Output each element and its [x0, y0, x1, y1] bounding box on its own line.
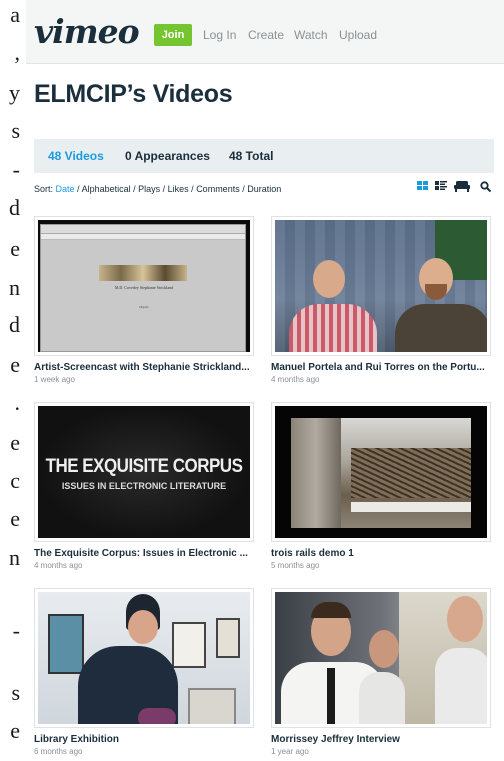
video-thumbnail[interactable] [271, 216, 491, 356]
strip-char: d [9, 312, 20, 337]
video-thumbnail[interactable] [34, 588, 254, 728]
sort-bar: Sort: Date / Alphabetical / Plays / Like… [34, 184, 282, 194]
video-card[interactable]: Library Exhibition 6 months ago [34, 588, 254, 756]
strip-char: s [11, 118, 20, 143]
video-tabs: 48 Videos 0 Appearances 48 Total [34, 139, 494, 173]
rails-thumbnail-image [275, 406, 487, 538]
strip-char: e [10, 352, 20, 377]
sort-prefix: Sort: [34, 184, 54, 194]
video-date: 4 months ago [34, 561, 83, 570]
nav-upload-link[interactable]: Upload [339, 28, 377, 42]
video-card[interactable]: Morrissey Jeffrey Interview 1 year ago [271, 588, 491, 756]
strip-char: a [10, 2, 20, 27]
couch-mode-icon[interactable] [454, 181, 470, 195]
thumbnail-subtitle-text: ISSUES IN ELECTRONIC LITERATURE [61, 481, 227, 491]
video-card[interactable]: trois rails demo 1 5 months ago [271, 402, 491, 570]
video-thumbnail[interactable] [271, 588, 491, 728]
vimeo-page: vimeo Join Log In Create Watch Upload EL… [26, 0, 504, 761]
interview-thumbnail-image [275, 592, 487, 724]
page-title: ELMCIP’s Videos [34, 80, 233, 108]
strip-char: n [9, 275, 20, 300]
tab-appearances[interactable]: 0 Appearances [125, 149, 210, 163]
strip-char: y [9, 80, 20, 105]
thumbnail-title-text: THE EXQUISITE CORPUS [45, 454, 243, 477]
nav-create-link[interactable]: Create [248, 28, 284, 42]
sort-comments-link[interactable]: Comments [196, 184, 240, 194]
grid-view-icon[interactable] [417, 181, 429, 195]
join-button[interactable]: Join [154, 24, 192, 46]
strip-char: n [9, 545, 20, 570]
video-card[interactable]: Manuel Portela and Rui Torres on the Por… [271, 216, 491, 384]
video-thumbnail[interactable]: M.D. Coverley Stephanie Strickland Displ… [34, 216, 254, 356]
video-title[interactable]: The Exquisite Corpus: Issues in Electron… [34, 548, 254, 559]
strip-char: - [12, 157, 20, 182]
strip-char: - [12, 618, 20, 643]
strip-char: e [10, 506, 20, 531]
sort-alphabetical-link[interactable]: Alphabetical [82, 184, 131, 194]
tab-total[interactable]: 48 Total [229, 149, 273, 163]
video-date: 4 months ago [271, 375, 320, 384]
video-date: 6 months ago [34, 747, 83, 756]
video-card[interactable]: THE EXQUISITE CORPUS ISSUES IN ELECTRONI… [34, 402, 254, 570]
strip-char: d [9, 195, 20, 220]
nav-watch-link[interactable]: Watch [294, 28, 328, 42]
strip-char: e [10, 430, 20, 455]
sort-likes-link[interactable]: Likes [168, 184, 189, 194]
video-title[interactable]: Artist-Screencast with Stephanie Strickl… [34, 362, 254, 373]
video-date: 5 months ago [271, 561, 320, 570]
library-exhibition-thumbnail-image [38, 592, 250, 724]
sort-date-link[interactable]: Date [56, 184, 75, 194]
video-card[interactable]: M.D. Coverley Stephanie Strickland Displ… [34, 216, 254, 384]
video-title[interactable]: trois rails demo 1 [271, 548, 491, 559]
strip-char: e [10, 718, 20, 743]
screencast-caption-sub: Display [139, 305, 149, 309]
sort-plays-link[interactable]: Plays [138, 184, 160, 194]
video-date: 1 week ago [34, 375, 75, 384]
strip-char: c [10, 468, 20, 493]
left-document-strip: a , y s - d e n d e . e c e n - s e [0, 0, 26, 761]
video-title[interactable]: Morrissey Jeffrey Interview [271, 734, 491, 745]
exquisite-corpus-thumbnail-image: THE EXQUISITE CORPUS ISSUES IN ELECTRONI… [38, 406, 250, 538]
two-men-thumbnail-image [275, 220, 487, 352]
video-title[interactable]: Library Exhibition [34, 734, 254, 745]
strip-char: , [14, 40, 21, 65]
nav-login-link[interactable]: Log In [203, 28, 236, 42]
search-icon[interactable] [480, 181, 491, 195]
top-nav-bar: vimeo Join Log In Create Watch Upload [26, 0, 504, 64]
vimeo-logo[interactable]: vimeo [34, 14, 140, 50]
video-title[interactable]: Manuel Portela and Rui Torres on the Por… [271, 362, 491, 373]
detail-view-icon[interactable] [435, 181, 447, 195]
video-date: 1 year ago [271, 747, 309, 756]
strip-char: s [11, 680, 20, 705]
video-thumbnail[interactable]: THE EXQUISITE CORPUS ISSUES IN ELECTRONI… [34, 402, 254, 542]
video-thumbnail[interactable] [271, 402, 491, 542]
strip-char: e [10, 236, 20, 261]
screencast-thumbnail-image: M.D. Coverley Stephanie Strickland Displ… [38, 220, 250, 352]
tab-videos[interactable]: 48 Videos [48, 149, 104, 163]
strip-char: . [14, 390, 21, 415]
screencast-caption: M.D. Coverley Stephanie Strickland [114, 285, 174, 290]
sort-duration-link[interactable]: Duration [247, 184, 281, 194]
